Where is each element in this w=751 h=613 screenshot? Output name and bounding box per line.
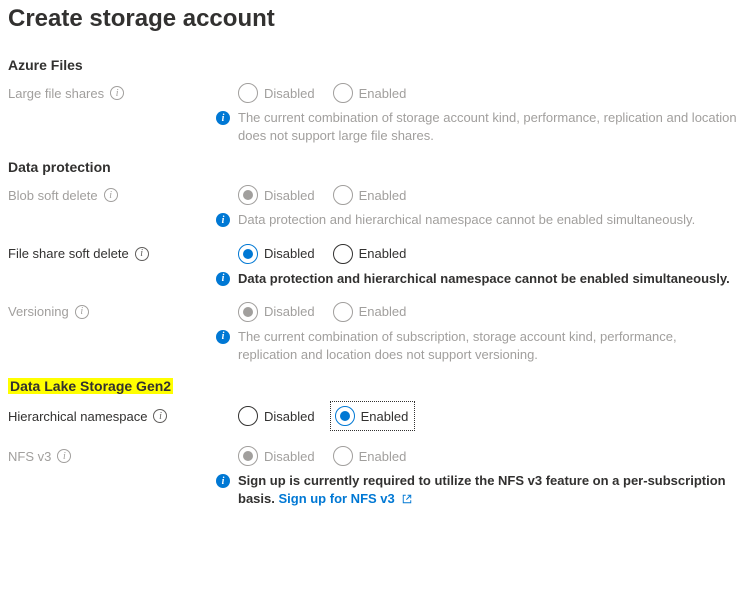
info-icon[interactable]: i: [57, 449, 71, 463]
radio-circle-icon: [238, 302, 258, 322]
radio-label: Disabled: [264, 188, 315, 203]
label-file-share-soft-delete: File share soft delete: [8, 246, 129, 261]
radio-bsd-disabled: Disabled: [238, 185, 315, 205]
radio-circle-icon: [333, 446, 353, 466]
radio-circle-icon: [333, 302, 353, 322]
label-nfs: NFS v3: [8, 449, 51, 464]
radio-hns-disabled[interactable]: Disabled: [238, 406, 315, 426]
info-row-fssd: i Data protection and hierarchical names…: [216, 270, 743, 288]
label-versioning: Versioning: [8, 304, 69, 319]
radio-ver-enabled: Enabled: [333, 302, 407, 322]
radio-dot-icon: [243, 190, 253, 200]
page-title: Create storage account: [8, 5, 743, 33]
radio-lfs-enabled: Enabled: [333, 83, 407, 103]
info-text-lfs: The current combination of storage accou…: [238, 109, 739, 145]
radio-dot-icon: [243, 249, 253, 259]
info-text-bsd: Data protection and hierarchical namespa…: [238, 211, 695, 229]
info-icon[interactable]: i: [104, 188, 118, 202]
info-bullet-icon: i: [216, 213, 230, 227]
radio-circle-icon: [333, 244, 353, 264]
radio-bsd-enabled: Enabled: [333, 185, 407, 205]
info-icon[interactable]: i: [75, 305, 89, 319]
row-nfs: NFS v3 i Disabled Enabled: [8, 446, 743, 466]
radio-hns-enabled[interactable]: Enabled: [335, 406, 409, 426]
radio-fssd-disabled[interactable]: Disabled: [238, 244, 315, 264]
row-blob-soft-delete: Blob soft delete i Disabled Enabled: [8, 185, 743, 205]
focus-ring: Enabled: [333, 404, 413, 428]
section-heading-data-protection: Data protection: [8, 159, 743, 175]
link-text: Sign up for NFS v3: [278, 491, 394, 506]
info-row-ver: i The current combination of subscriptio…: [216, 328, 743, 364]
info-icon[interactable]: i: [135, 247, 149, 261]
row-file-share-soft-delete: File share soft delete i Disabled Enable…: [8, 244, 743, 264]
info-bullet-icon: i: [216, 272, 230, 286]
radio-label: Disabled: [264, 409, 315, 424]
radio-nfs-disabled: Disabled: [238, 446, 315, 466]
radio-circle-icon: [335, 406, 355, 426]
radio-label: Enabled: [359, 246, 407, 261]
info-row-lfs: i The current combination of storage acc…: [216, 109, 743, 145]
section-heading-adls: Data Lake Storage Gen2: [8, 378, 743, 394]
link-signup-nfs[interactable]: Sign up for NFS v3: [278, 491, 412, 506]
info-text-fssd: Data protection and hierarchical namespa…: [238, 270, 730, 288]
radio-label: Enabled: [359, 449, 407, 464]
section-heading-azure-files: Azure Files: [8, 57, 743, 73]
radio-ver-disabled: Disabled: [238, 302, 315, 322]
radio-dot-icon: [243, 307, 253, 317]
radio-circle-icon: [333, 83, 353, 103]
highlight-adls: Data Lake Storage Gen2: [8, 378, 173, 394]
radio-label: Disabled: [264, 246, 315, 261]
label-hns: Hierarchical namespace: [8, 409, 147, 424]
info-row-nfs: i Sign up is currently required to utili…: [216, 472, 743, 508]
radio-label: Enabled: [359, 304, 407, 319]
radio-label: Enabled: [359, 86, 407, 101]
radio-lfs-disabled: Disabled: [238, 83, 315, 103]
external-link-icon: [402, 494, 412, 504]
radio-circle-icon: [238, 446, 258, 466]
info-row-bsd: i Data protection and hierarchical names…: [216, 211, 743, 229]
row-hns: Hierarchical namespace i Disabled Enable…: [8, 404, 743, 428]
radio-label: Enabled: [359, 188, 407, 203]
label-blob-soft-delete: Blob soft delete: [8, 188, 98, 203]
radio-circle-icon: [238, 185, 258, 205]
radio-nfs-enabled: Enabled: [333, 446, 407, 466]
info-bullet-icon: i: [216, 474, 230, 488]
info-bullet-icon: i: [216, 330, 230, 344]
row-versioning: Versioning i Disabled Enabled: [8, 302, 743, 322]
radio-label: Disabled: [264, 449, 315, 464]
radio-label: Disabled: [264, 304, 315, 319]
radio-fssd-enabled[interactable]: Enabled: [333, 244, 407, 264]
radio-dot-icon: [340, 411, 350, 421]
radio-label: Disabled: [264, 86, 315, 101]
radio-circle-icon: [238, 406, 258, 426]
info-icon[interactable]: i: [110, 86, 124, 100]
row-large-file-shares: Large file shares i Disabled Enabled: [8, 83, 743, 103]
radio-circle-icon: [333, 185, 353, 205]
radio-label: Enabled: [361, 409, 409, 424]
info-bullet-icon: i: [216, 111, 230, 125]
info-icon[interactable]: i: [153, 409, 167, 423]
radio-circle-icon: [238, 83, 258, 103]
info-text-ver: The current combination of subscription,…: [238, 328, 739, 364]
label-large-file-shares: Large file shares: [8, 86, 104, 101]
radio-circle-icon: [238, 244, 258, 264]
radio-dot-icon: [243, 451, 253, 461]
